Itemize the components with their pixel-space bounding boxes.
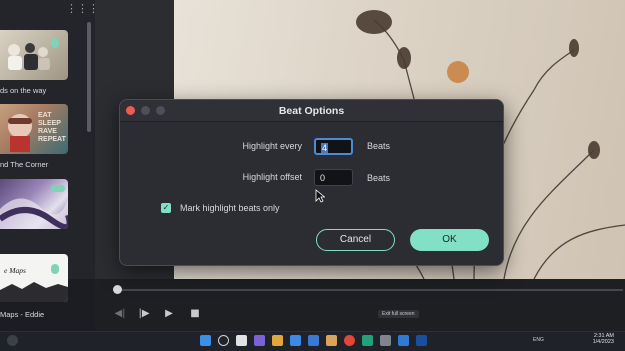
playhead-handle[interactable]: [113, 285, 122, 294]
audio-icon: [51, 264, 59, 274]
settings-icon[interactable]: [380, 335, 391, 346]
widgets-icon[interactable]: [7, 335, 18, 346]
app-icon[interactable]: [398, 335, 409, 346]
highlight-every-unit: Beats: [367, 141, 391, 151]
edge-icon[interactable]: [290, 335, 301, 346]
chrome-icon[interactable]: [344, 335, 355, 346]
media-thumbnail[interactable]: [0, 30, 68, 80]
stop-icon[interactable]: ■: [188, 308, 202, 320]
tooltip: Exit full screen: [378, 310, 419, 318]
highlight-offset-label: Highlight offset: [242, 172, 302, 182]
grid-view-icon[interactable]: ⋮⋮⋮: [66, 3, 99, 15]
media-title: ds on the way: [0, 86, 47, 95]
clock-date: 1/4/2023: [592, 339, 614, 345]
media-thumbnail[interactable]: EAT SLEEP RAVE REPEAT: [0, 104, 68, 154]
mark-highlight-label[interactable]: Mark highlight beats only: [180, 203, 280, 213]
task-view-icon[interactable]: [236, 335, 247, 346]
search-icon[interactable]: [218, 335, 229, 346]
ok-button[interactable]: OK: [410, 229, 489, 251]
highlight-every-value: 4: [321, 143, 329, 153]
timeline-track[interactable]: [118, 289, 623, 291]
dropbox-icon[interactable]: [308, 335, 319, 346]
file-explorer-icon[interactable]: [272, 335, 283, 346]
audio-icon: [51, 185, 65, 192]
highlight-every-input[interactable]: 4: [314, 138, 353, 155]
media-title: nd The Corner: [0, 160, 49, 169]
app-window: ⋮⋮⋮ ds on the way EATSLEEPRAVEREPEAT: [0, 0, 625, 351]
media-title: Maps - Eddie: [0, 310, 45, 319]
library-scrollbar[interactable]: [87, 22, 91, 132]
language-indicator[interactable]: ENG: [533, 337, 544, 343]
mouse-cursor-icon: [315, 189, 325, 203]
play-icon[interactable]: ▶: [162, 308, 176, 320]
mark-highlight-checkbox[interactable]: ✓: [161, 203, 171, 213]
thumbnail-art: [0, 282, 68, 302]
dialog-title: Beat Options: [278, 105, 345, 117]
highlight-offset-unit: Beats: [367, 173, 391, 183]
previous-frame-icon[interactable]: ◀|: [113, 308, 127, 320]
thumbnail-art: [8, 43, 50, 70]
media-library-panel: ⋮⋮⋮ ds on the way EATSLEEPRAVEREPEAT: [0, 0, 99, 319]
media-thumbnail[interactable]: e Maps: [0, 254, 68, 302]
playback-bar: [95, 279, 625, 331]
cancel-button[interactable]: Cancel: [316, 229, 395, 251]
beat-options-dialog: Beat Options Highlight every 4 Beats Hig…: [119, 99, 504, 266]
audio-icon: [51, 38, 59, 48]
media-thumbnail[interactable]: [0, 179, 68, 229]
dialog-titlebar[interactable]: Beat Options: [120, 100, 503, 122]
clock[interactable]: 2:31 AM 1/4/2023: [584, 333, 614, 345]
start-icon[interactable]: [200, 335, 211, 346]
highlight-every-label: Highlight every: [242, 141, 302, 151]
app-icon[interactable]: [362, 335, 373, 346]
highlight-offset-input[interactable]: 0: [314, 169, 353, 186]
chat-icon[interactable]: [254, 335, 265, 346]
app-icon[interactable]: [416, 335, 427, 346]
app-icon[interactable]: [326, 335, 337, 346]
thumbnail-text: EAT SLEEP RAVE REPEAT: [38, 112, 66, 143]
next-frame-icon[interactable]: |▶: [137, 308, 151, 320]
